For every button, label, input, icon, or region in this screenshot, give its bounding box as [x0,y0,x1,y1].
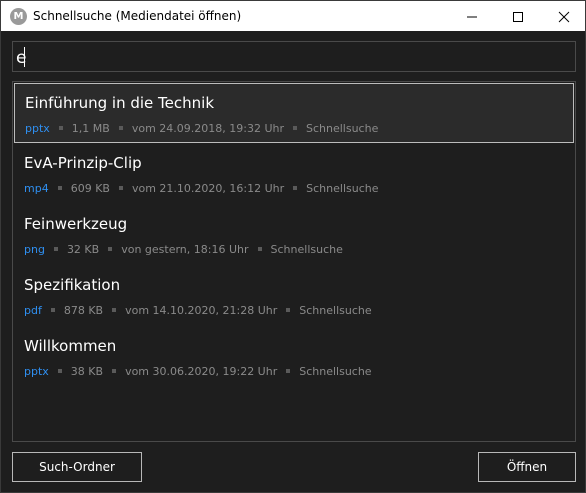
separator-dot [58,126,63,130]
file-source: Schnellsuche [299,365,372,378]
separator-dot [293,126,297,130]
separator-dot [108,247,113,251]
text-caret [24,47,25,67]
result-meta: pptx 1,1 MB vom 24.09.2018, 19:32 Uhr Schne… [25,122,378,135]
result-item-spezifikation[interactable]: Spezifikation pdf 878 KB vom 14.10.2020, 2… [14,266,574,326]
result-title: Willkommen [24,337,117,355]
result-item-eva-prinzip-clip[interactable]: EvA-Prinzip-Clip mp4 609 KB vom 21.10.2020… [14,144,574,204]
separator-dot [112,369,117,373]
result-meta: pptx 38 KB vom 30.06.2020, 19:22 Uhr Schnel… [24,365,372,378]
minimize-icon [467,16,477,18]
separator-dot [118,126,123,130]
result-item-einfuehrung[interactable]: Einführung in die Technik pptx 1,1 MB vom … [14,83,574,143]
app-logo-icon: M [10,8,27,25]
file-source: Schnellsuche [306,122,379,135]
results-list[interactable]: Einführung in die Technik pptx 1,1 MB vom … [12,81,576,442]
separator-dot [57,369,62,373]
close-icon [558,11,570,23]
open-button[interactable]: Öffnen [478,452,576,482]
result-title: Feinwerkzeug [24,215,128,233]
separator-dot [286,308,291,312]
file-extension: pdf [24,304,42,317]
file-date: vom 14.10.2020, 21:28 Uhr [125,304,278,317]
separator-dot [53,247,58,251]
result-title: Einführung in die Technik [25,94,215,112]
maximize-button[interactable] [495,1,541,32]
minimize-button[interactable] [449,1,495,32]
result-item-feinwerkzeug[interactable]: Feinwerkzeug png 32 KB von gestern, 18:16 … [14,205,574,265]
result-title: Spezifikation [24,276,121,294]
search-folder-button[interactable]: Such-Ordner [12,452,142,482]
file-source: Schnellsuche [270,243,343,256]
file-size: 878 KB [63,304,104,317]
file-size: 609 KB [70,182,110,195]
file-size: 1,1 MB [71,122,110,135]
file-date: vom 24.09.2018, 19:32 Uhr [131,122,284,135]
window-body: Einführung in die Technik pptx 1,1 MB vom … [0,31,586,493]
search-input[interactable] [12,41,576,72]
separator-dot [293,186,298,190]
file-extension: pptx [25,122,50,135]
result-item-willkommen[interactable]: Willkommen pptx 38 KB vom 30.06.2020, 19:2… [14,327,574,387]
result-title: EvA-Prinzip-Clip [24,154,142,172]
title-bar: M Schnellsuche (Mediendatei öffnen) [0,0,586,32]
separator-dot [57,186,62,190]
file-size: 38 KB [70,365,104,378]
separator-dot [112,308,117,312]
file-date: vom 30.06.2020, 19:22 Uhr [125,365,278,378]
maximize-icon [513,12,523,22]
file-extension: pptx [24,365,49,378]
file-source: Schnellsuche [306,182,379,195]
separator-dot [286,369,291,373]
close-button[interactable] [541,1,586,32]
window-title: Schnellsuche (Mediendatei öffnen) [33,9,242,23]
file-source: Schnellsuche [299,304,372,317]
file-size: 32 KB [66,243,100,256]
file-date: vom 21.10.2020, 16:12 Uhr [131,182,285,195]
separator-dot [118,186,123,190]
file-extension: png [24,243,45,256]
result-meta: mp4 609 KB vom 21.10.2020, 16:12 Uhr Schnel… [24,182,378,195]
file-extension: mp4 [24,182,49,195]
separator-dot [257,247,262,251]
result-meta: pdf 878 KB vom 14.10.2020, 21:28 Uhr Schnel… [24,304,372,317]
separator-dot [50,308,55,312]
result-meta: png 32 KB von gestern, 18:16 Uhr Schnellsuc… [24,243,343,256]
file-date: von gestern, 18:16 Uhr [121,243,249,256]
